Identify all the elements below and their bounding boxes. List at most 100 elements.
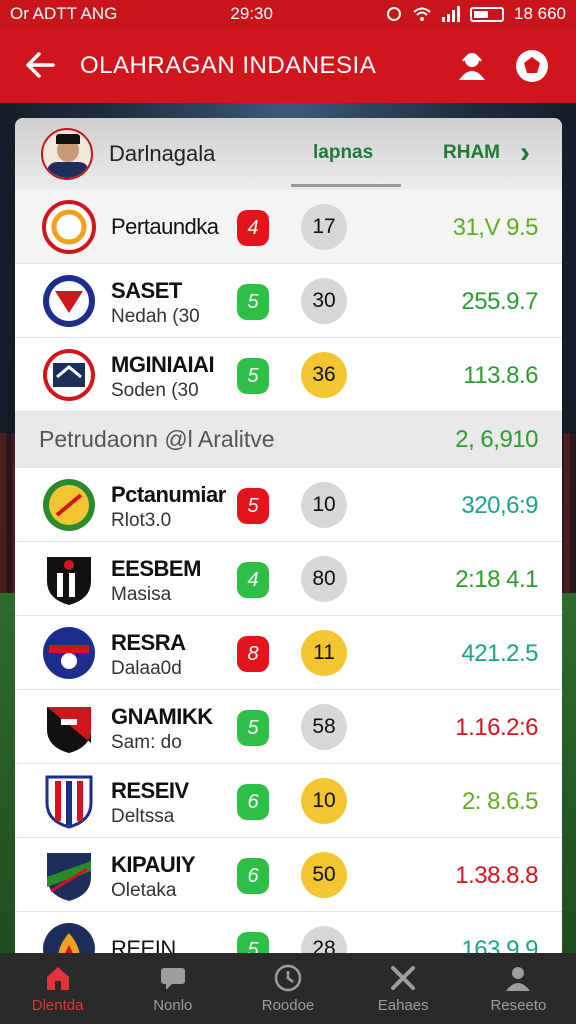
score-circle: 11 (301, 630, 347, 676)
team-name: GNAMIKK (111, 704, 213, 729)
status-bar: Or ADTT ANG 29:30 18 660 (0, 0, 576, 28)
nav-item-label: Nonlo (153, 997, 193, 1014)
status-right: 18 660 (386, 4, 566, 24)
count-badge: 5 (237, 358, 269, 394)
score-circle: 10 (301, 778, 347, 824)
home-icon (46, 967, 69, 990)
app-bar: OLAHRAGAN INDANESIA (0, 28, 576, 103)
nav-item-tools[interactable]: Eahaes (346, 953, 461, 1024)
chat-icon (160, 968, 185, 990)
sports-icon (516, 49, 548, 82)
count-badge: 5 (237, 710, 269, 746)
section-label: Petrudaonn @l Aralitve (39, 426, 275, 452)
orange-ring-logo (42, 200, 96, 254)
profile-icon (506, 967, 531, 991)
profile-name: Darlnagala (109, 141, 216, 166)
black-striped-shield-logo (47, 557, 91, 605)
score-circle: 30 (301, 278, 347, 324)
score-circle: 36 (301, 352, 347, 398)
red-v-shield-logo (43, 275, 95, 327)
team-value: 1.16.2:6 (455, 714, 538, 741)
team-row[interactable]: MGINIAIAI Soden (30 5 36 113.8.6 (15, 338, 562, 412)
nav-item-clock[interactable]: Roodoe (230, 953, 345, 1024)
team-value: 2: 8.6.5 (461, 788, 539, 815)
team-name: RESRA (111, 630, 186, 655)
user-support-button[interactable] (442, 50, 502, 82)
score-circle: 17 (301, 204, 347, 250)
nav-item-profile[interactable]: Reseeto (461, 953, 576, 1024)
team-name: KIPAUIY (111, 852, 196, 877)
team-subtitle: Oletaka (111, 880, 177, 901)
nav-item-chat[interactable]: Nonlo (115, 953, 230, 1024)
team-row[interactable]: Pctanumiar Rlot3.0 5 10 320,6:9 (15, 468, 562, 542)
page-title: OLAHRAGAN INDANESIA (80, 51, 377, 79)
battery-icon (469, 6, 504, 22)
profile-header: Darlnagala lapnas RHAM › (15, 118, 562, 190)
team-value: 1.38.8.8 (455, 862, 538, 889)
navy-crest-logo (43, 349, 95, 401)
team-subtitle: Deltssa (111, 806, 175, 827)
team-name: EESBEM (111, 556, 201, 581)
team-row[interactable]: REEIN 5 28 163.9.9 (15, 912, 562, 958)
alarm-icon (386, 7, 401, 21)
team-name: RESEIV (111, 778, 189, 803)
avatar[interactable] (41, 128, 93, 180)
signal-icon (441, 6, 460, 22)
tab-lapnas[interactable]: lapnas (313, 142, 373, 164)
team-row[interactable]: KIPAUIY Oletaka 6 50 1.38.8.8 (15, 838, 562, 912)
team-subtitle: Soden (30 (111, 380, 199, 401)
status-right-text: 18 660 (513, 4, 566, 23)
team-row[interactable]: SASET Nedah (30 5 30 255.9.7 (15, 264, 562, 338)
tab-rham[interactable]: RHAM (443, 142, 500, 164)
avatar-cap (56, 134, 80, 144)
count-badge: 6 (237, 858, 269, 894)
team-value: 255.9.7 (461, 288, 538, 315)
team-value: 113.8.6 (463, 362, 538, 389)
team-subtitle: Nedah (30 (111, 306, 200, 327)
team-value: 320,6:9 (461, 492, 538, 519)
chevron-right-icon[interactable]: › (520, 136, 530, 170)
tools-icon (391, 966, 416, 990)
tab-indicator (291, 184, 401, 187)
nav-item-label: Eahaes (377, 997, 429, 1014)
score-circle: 10 (301, 482, 347, 528)
red-blue-striped-shield-logo (45, 775, 93, 829)
red-black-shield-logo (47, 707, 91, 753)
avatar-suit (47, 162, 89, 178)
clock-icon (274, 964, 302, 992)
team-subtitle: Dalaa0d (111, 658, 182, 679)
team-subtitle: Sam: do (111, 732, 182, 753)
count-badge: 6 (237, 784, 269, 820)
score-circle: 58 (301, 704, 347, 750)
count-badge: 4 (237, 210, 269, 246)
standings-card: Darlnagala lapnas RHAM › Pertaundka 4 17 31… (15, 118, 562, 958)
team-name: Pertaundka (111, 214, 219, 239)
team-row[interactable]: GNAMIKK Sam: do 5 58 1.16.2:6 (15, 690, 562, 764)
team-name: MGINIAIAI (111, 352, 215, 377)
count-badge: 5 (237, 488, 269, 524)
team-subtitle: Rlot3.0 (111, 510, 172, 531)
bottom-nav: Dlentda Nonlo Roodoe Eahaes Reseeto (0, 953, 576, 1024)
count-badge: 4 (237, 562, 269, 598)
score-circle: 80 (301, 556, 347, 602)
team-value: 31,V 9.5 (452, 214, 539, 241)
team-name: Pctanumiar (111, 482, 226, 507)
green-navy-shield-logo (47, 853, 91, 901)
status-left-text: Or ADTT ANG (10, 4, 118, 23)
status-time: 29:30 (230, 4, 273, 23)
wifi-icon (413, 7, 431, 21)
count-badge: 8 (237, 636, 269, 672)
back-button[interactable] (0, 28, 80, 103)
nav-item-label: Reseeto (490, 997, 547, 1014)
team-row[interactable]: RESRA Dalaa0d 8 11 421.2.5 (15, 616, 562, 690)
score-circle: 50 (301, 852, 347, 898)
sports-button[interactable] (502, 49, 562, 83)
navy-blue-crest-logo (43, 627, 95, 679)
team-row[interactable]: EESBEM Masisa 4 80 2:18 4.1 (15, 542, 562, 616)
nav-item-home[interactable]: Dlentda (0, 953, 115, 1024)
nav-item-label: Roodoe (261, 997, 315, 1014)
team-value: 2:18 4.1 (455, 566, 538, 593)
team-value: 421.2.5 (461, 640, 538, 667)
team-row[interactable]: RESEIV Deltssa 6 10 2: 8.6.5 (15, 764, 562, 838)
team-row[interactable]: Pertaundka 4 17 31,V 9.5 (15, 190, 562, 264)
